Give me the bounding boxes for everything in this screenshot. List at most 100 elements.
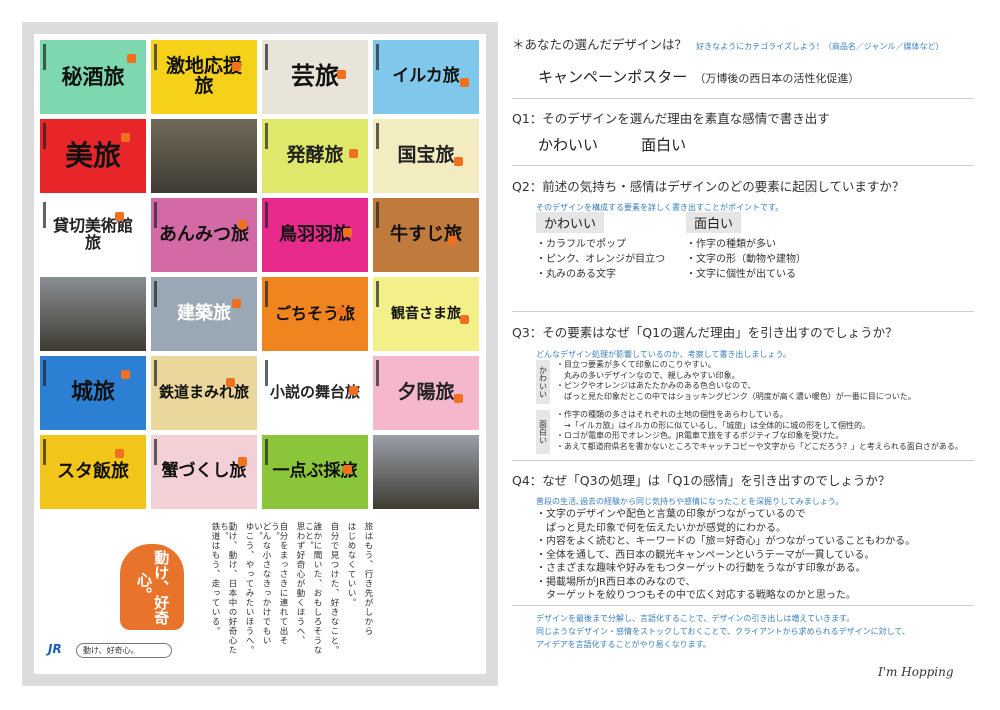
tile-accent-mark — [232, 62, 241, 71]
footer-line: デザインを最後まで分解し、言語化することで、デザインの引き出しは増えていきます。 — [536, 614, 855, 623]
tile-title-text: 美旅 — [64, 139, 121, 173]
tile-title-text: あんみつ旅 — [159, 223, 249, 245]
tile-edge-mark — [376, 281, 379, 307]
divider — [512, 98, 974, 99]
poem-line: 自分で見つけた、好きなこと。 — [329, 522, 339, 655]
poster-photo-tile — [40, 277, 146, 351]
slogan-pill: 動け、好奇心。 — [76, 643, 172, 658]
tile-accent-mark — [238, 457, 247, 466]
footer-notes: デザインを最後まで分解し、言語化することで、デザインの引き出しは増えていきます。… — [536, 612, 998, 651]
badge-text: 動け、好奇心。 — [135, 549, 171, 625]
divider — [512, 460, 974, 461]
q3-row: Q3：その要素はなぜ「Q1の選んだ理由」を引き出すのでしょうか？ — [512, 322, 974, 341]
tile-edge-mark — [43, 123, 46, 149]
poster-title-tile: 蟹づくし旅 — [151, 435, 257, 509]
poster-title-tile: あんみつ旅 — [151, 198, 257, 272]
q1-row: Q1：そのデザインを選んだ理由を素直な感情で書き出す — [512, 108, 974, 127]
tile-edge-mark — [43, 202, 46, 228]
divider — [512, 605, 974, 606]
tile-title-text: イルカ旅 — [392, 66, 460, 87]
q2-label-cute: かわいい — [536, 212, 605, 233]
q4-line: ・内容をよく読むと、キーワードの「旅＝好奇心」がつながっていることもわかる。 — [536, 536, 916, 547]
q4-lines: ・文字のデザインや配色と言葉の印象がつながっているので ぱっと見た印象で何を伝え… — [536, 508, 998, 603]
tile-edge-mark — [265, 123, 268, 149]
tile-title-text: 建築旅 — [177, 302, 231, 324]
q3-line: ・作字の種類の多さはそれぞれの土地の個性をあらわしている。 — [556, 410, 788, 419]
poster-title-tile: 国宝旅 — [373, 119, 479, 193]
tile-edge-mark — [376, 360, 379, 386]
poster-frame: 秘酒旅 激地応援旅 芸旅 イルカ旅 美旅 発酵旅 国宝旅 貸切美術館旅 あんみつ旅 鳥羽羽旅 牛すじ… — [22, 22, 498, 686]
q2-title: Q2：前述の気持ち・感情はデザインのどの要素に起因していますか？ — [512, 179, 905, 194]
poem-line: 思わず好奇心が動くほうへ、 — [295, 522, 305, 646]
q1-answer-2: 面白い — [641, 136, 687, 154]
poster-title-tile: 観音さま旅 — [373, 277, 479, 351]
poem-line: ゆこう、やってみたいほうへ。 — [244, 522, 254, 655]
tile-edge-mark — [265, 281, 268, 307]
signature: I'm Hopping — [878, 665, 954, 679]
tile-title-text: 小説の舞台旅 — [269, 383, 360, 402]
tile-accent-mark — [337, 70, 346, 79]
poster-photo-tile — [151, 119, 257, 193]
q4-line: ・全体を通して、西日本の観光キャンペーンというテーマが一貫している。 — [536, 549, 875, 561]
tile-title-text: 鉄道まみれ旅 — [158, 383, 249, 402]
poem-line: はじめなくていい。 — [346, 522, 356, 608]
tile-title-text: 観音さま旅 — [391, 305, 461, 322]
tile-accent-mark — [343, 465, 352, 474]
tile-accent-mark — [349, 386, 358, 395]
tile-title-text: 国宝旅 — [397, 144, 455, 167]
q3-line: 丸みの多いデザインなので、親しみやすい印象。 — [556, 370, 740, 380]
q4-line: ・文字のデザインや配色と言葉の印象がつながっているので — [536, 509, 806, 520]
header-hint: 好きなようにカテゴライズしよう！（商品名／ジャンル／媒体など） — [696, 42, 944, 51]
poster-poem: 旅はもう、行き先がしから はじめなくていい。 自分で見つけた、好きなこと。 誰かに聞い… — [208, 522, 373, 662]
q2-item: ・作字の種類が多い — [686, 239, 776, 250]
header-question: ＊あなたの選んだデザインは？ — [512, 37, 688, 52]
q3-line: ぱっと見た印象だとこの中ではショッキングピンク（明度が高く濃い暖色）が一番に目に… — [556, 391, 916, 401]
tile-accent-mark — [127, 54, 136, 63]
poem-line: どんな小さなきっかけでもいい。 — [252, 522, 272, 646]
tile-edge-mark — [43, 360, 46, 386]
q3-hint: どんなデザイン処理が影響しているのか、考察して書き出しましょう。 — [536, 350, 791, 359]
poster-title-tile: 芸旅 — [262, 40, 368, 114]
tile-edge-mark — [43, 44, 46, 70]
poster-title-tile: 激地応援旅 — [151, 40, 257, 114]
q3-block-fun: 面白い ・作字の種類の多さはそれぞれの土地の個性をあらわしている。 →「イルカ旅… — [536, 410, 998, 456]
q4-line: ぱっと見た印象で何を伝えたいかが感覚的にわかる。 — [536, 522, 786, 534]
design-name: キャンペーンポスター — [538, 68, 688, 86]
poem-line: 鉄道はもう、走っている。 — [210, 522, 220, 636]
poster-title-tile: 一点ぶ採旅 — [262, 435, 368, 509]
tile-edge-mark — [154, 202, 157, 228]
tile-edge-mark — [265, 439, 268, 465]
poem-line: 旅はもう、行き先がしから — [363, 522, 373, 636]
tile-accent-mark — [448, 236, 457, 245]
poster-title-tile: ごちそう旅 — [262, 277, 368, 351]
tile-accent-mark — [343, 228, 352, 237]
curiosity-badge: 動け、好奇心。 — [120, 544, 184, 630]
q4-line: ターゲットを絞りつつもその中で広く対応する戦略なのかと思った。 — [536, 590, 856, 601]
q3-hint-row: どんなデザイン処理が影響しているのか、考察して書き出しましょう。 — [536, 342, 998, 361]
q3-line: →「イルカ旅」はイルカの形に似ているし、「城旅」は全体的に城の形をして個性的。 — [556, 420, 870, 430]
tile-title-text: 秘酒旅 — [61, 64, 125, 89]
poem-line: 動け、動け、日本中の好奇心たち。 — [218, 522, 238, 655]
divider — [512, 165, 974, 166]
q2-col-right: 面白い ・作字の種類が多い ・文字の形（動物や建物） ・文字に個性が出ている — [686, 212, 946, 282]
tile-edge-mark — [376, 123, 379, 149]
q3-line: ・あえて都道府県名を書かないところでキャッチコピーや文字から「どこだろう？」と考… — [556, 441, 963, 451]
q2-label-fun: 面白い — [686, 212, 742, 233]
tile-edge-mark — [43, 439, 46, 465]
design-name-row: キャンペーンポスター （万博後の西日本の活性化促進） — [538, 66, 1000, 87]
tile-title-text: 夕陽旅 — [397, 381, 455, 404]
q3-title: Q3：その要素はなぜ「Q1の選んだ理由」を引き出すのでしょうか？ — [512, 325, 898, 340]
jr-logo: JR — [48, 642, 62, 656]
tile-edge-mark — [376, 202, 379, 228]
q4-hint: 普段の生活､過去の経験から同じ気持ちや感情になったことを深掘りしてみましょう。 — [536, 497, 844, 506]
tile-edge-mark — [265, 202, 268, 228]
poster-title-tile: スタ飯旅 — [40, 435, 146, 509]
poster-title-tile: 建築旅 — [151, 277, 257, 351]
footer-line: アイデアを言語化することがやり易くなります。 — [536, 640, 711, 649]
slogan-text: 動け、好奇心。 — [83, 646, 139, 655]
poster-tile-grid: 秘酒旅 激地応援旅 芸旅 イルカ旅 美旅 発酵旅 国宝旅 貸切美術館旅 あんみつ旅 鳥羽羽旅 牛すじ… — [40, 40, 480, 509]
tile-edge-mark — [154, 360, 157, 386]
poster-title-tile: 発酵旅 — [262, 119, 368, 193]
q1-title: Q1：そのデザインを選んだ理由を素直な感情で書き出す — [512, 111, 830, 126]
q2-item: ・文字の形（動物や建物） — [686, 254, 806, 265]
